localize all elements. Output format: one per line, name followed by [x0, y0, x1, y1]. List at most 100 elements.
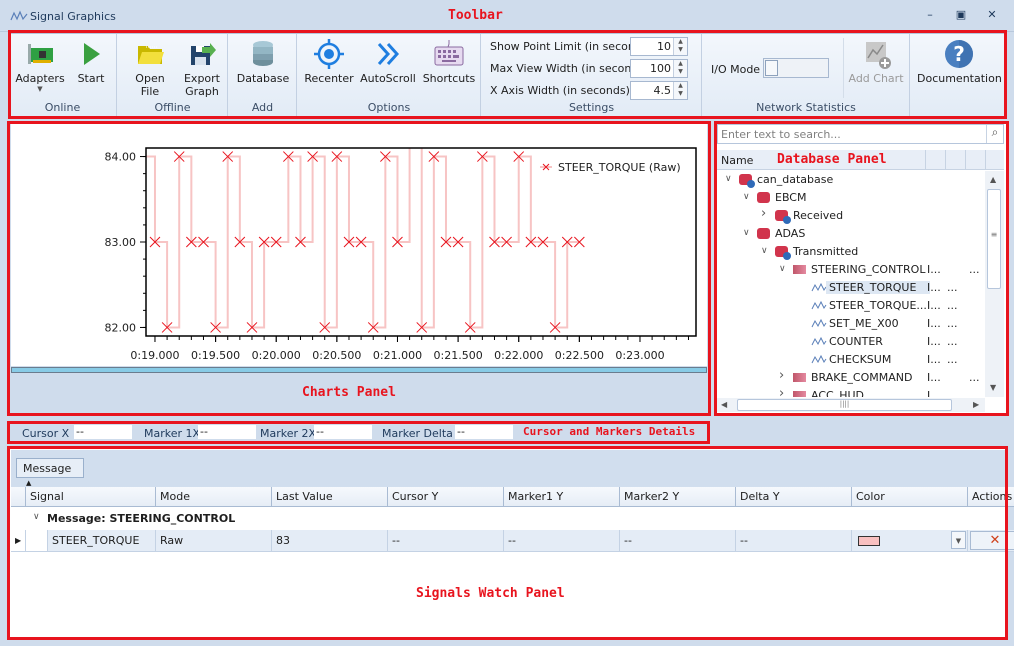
tree-node[interactable]: ∨ can_database: [717, 171, 985, 189]
column-header-delta-y[interactable]: Delta Y: [736, 487, 852, 507]
cell-signal[interactable]: STEER_TORQUE: [48, 530, 156, 552]
search-icon[interactable]: ⌕: [986, 125, 1003, 143]
expand-chevron-down-icon[interactable]: ∨: [743, 192, 750, 202]
database-search-input[interactable]: Enter text to search... ⌕: [717, 124, 1004, 144]
start-label: Start: [77, 72, 105, 85]
scroll-up-icon[interactable]: ▲: [990, 175, 996, 184]
collapse-chevron-icon[interactable]: ∨: [33, 512, 40, 522]
cell-cursor-y[interactable]: --: [388, 530, 504, 552]
tree-node[interactable]: ∨ EBCM: [717, 189, 985, 207]
show-point-limit-spinner[interactable]: 10 ▲ ▼: [630, 37, 688, 56]
tree-node[interactable]: STEER_TORQUE... I......: [717, 297, 985, 315]
export-graph-button[interactable]: Export Graph: [180, 34, 224, 98]
column-header-actions[interactable]: Actions: [968, 487, 1014, 507]
tree-node[interactable]: › Received: [717, 206, 985, 225]
y-tick-label: 83.00: [105, 236, 137, 249]
cursor-x-label: Cursor X: [22, 427, 70, 440]
adapters-button[interactable]: Adapters ▼: [15, 34, 65, 93]
column-header-marker1-y[interactable]: Marker1 Y: [504, 487, 620, 507]
group-by-message-button[interactable]: Message ▲: [16, 458, 84, 487]
chart-horizontal-scrollbar[interactable]: [11, 367, 707, 373]
scroll-thumb[interactable]: ||||: [737, 399, 952, 411]
database-button[interactable]: Database: [235, 34, 291, 85]
tree-node-label: CHECKSUM: [829, 353, 892, 366]
add-chart-button[interactable]: Add Chart: [847, 34, 905, 85]
x-tick-label: 0:22.500: [555, 349, 604, 362]
tree-node-label: COUNTER: [829, 335, 883, 348]
tree-node[interactable]: ∨ Transmitted: [717, 243, 985, 261]
transmitted-icon: [775, 246, 791, 260]
close-button[interactable]: ✕: [983, 8, 1001, 24]
expand-chevron-right-icon[interactable]: ›: [779, 368, 784, 383]
signal-icon: [811, 354, 827, 365]
scroll-down-icon[interactable]: ▼: [990, 383, 996, 392]
cell-color-picker[interactable]: ▼: [852, 530, 968, 552]
x-tick-label: 0:21.500: [434, 349, 483, 362]
row-selector-header: [11, 487, 26, 507]
scroll-thumb[interactable]: ≡: [987, 189, 1001, 289]
tree-node[interactable]: COUNTER I......: [717, 333, 985, 351]
tree-node-label: STEER_TORQUE: [826, 281, 931, 294]
spinner-arrows-icon[interactable]: ▲ ▼: [673, 60, 687, 77]
column-header-mode[interactable]: Mode: [156, 487, 272, 507]
tree-node[interactable]: ∨ ADAS: [717, 225, 985, 243]
column-header-signal[interactable]: Signal: [26, 487, 156, 507]
row-indicator-icon[interactable]: ▶: [11, 530, 26, 552]
y-tick-label: 82.00: [105, 321, 137, 334]
cell-marker2-y[interactable]: --: [620, 530, 736, 552]
column-header-last-value[interactable]: Last Value: [272, 487, 388, 507]
expand-chevron-down-icon[interactable]: ∨: [725, 174, 732, 184]
column-header-name[interactable]: Name: [721, 154, 753, 167]
scroll-left-icon[interactable]: ◀: [721, 400, 727, 409]
minimize-button[interactable]: –: [921, 8, 939, 24]
documentation-button[interactable]: ? Documentation: [917, 34, 1002, 85]
tree-node[interactable]: CHECKSUM I......: [717, 351, 985, 369]
steer-torque-chart[interactable]: 82.00 83.00 84.00 0:19.000 0:19.500 0:20.000 0…: [11, 124, 707, 366]
expand-chevron-right-icon[interactable]: ›: [761, 206, 766, 221]
group-label-online: Online: [44, 101, 81, 114]
recenter-button[interactable]: Recenter: [304, 34, 354, 85]
tree-node[interactable]: STEER_TORQUE I......: [717, 279, 985, 297]
cell-marker1-y[interactable]: --: [504, 530, 620, 552]
max-view-width-spinner[interactable]: 100 ▲ ▼: [630, 59, 688, 78]
expand-chevron-right-icon[interactable]: ›: [779, 386, 784, 397]
add-chart-icon: [866, 42, 891, 69]
tree-node-col2: I...: [927, 353, 941, 366]
autoscroll-button[interactable]: AutoScroll: [360, 34, 416, 85]
expand-chevron-down-icon[interactable]: ∨: [779, 264, 786, 274]
x-tick-label: 0:20.500: [312, 349, 361, 362]
toggle-knob: [765, 60, 778, 76]
remove-signal-button[interactable]: ✕: [970, 531, 1014, 550]
tree-node[interactable]: › BRAKE_COMMAND I......: [717, 368, 985, 387]
spinner-arrows-icon[interactable]: ▲ ▼: [673, 38, 687, 55]
annotation-signals-watch: Signals Watch Panel: [416, 586, 565, 601]
signal-icon: [811, 336, 827, 347]
io-mode-toggle[interactable]: [763, 58, 829, 78]
open-file-button[interactable]: Open File: [126, 34, 174, 98]
cell-mode[interactable]: Raw: [156, 530, 272, 552]
expand-chevron-down-icon[interactable]: ∨: [761, 246, 768, 256]
tree-node[interactable]: ∨ STEERING_CONTROL I......: [717, 261, 985, 279]
x-axis-width-spinner[interactable]: 4.5 ▲ ▼: [630, 81, 688, 100]
cursor-markers-panel: Cursor X -- Marker 1X -- Marker 2X -- Ma…: [8, 421, 710, 445]
start-button[interactable]: Start: [71, 34, 111, 85]
shortcuts-button[interactable]: Shortcuts: [422, 34, 476, 85]
group-row[interactable]: ∨ Message: STEERING_CONTROL: [11, 508, 1005, 530]
tree-node[interactable]: SET_ME_X00 I......: [717, 315, 985, 333]
column-header-cursor-y[interactable]: Cursor Y: [388, 487, 504, 507]
dropdown-arrow-icon[interactable]: ▼: [951, 531, 966, 549]
column-header-marker2-y[interactable]: Marker2 Y: [620, 487, 736, 507]
cell-delta-y[interactable]: --: [736, 530, 852, 552]
cell-last-value[interactable]: 83: [272, 530, 388, 552]
tree-horizontal-scrollbar[interactable]: ◀ |||| ▶: [717, 398, 985, 412]
expand-chevron-down-icon[interactable]: ∨: [743, 228, 750, 238]
tree-vertical-scrollbar[interactable]: ▲ ≡ ▼: [985, 171, 1004, 397]
restore-button[interactable]: ▣: [952, 8, 970, 24]
tree-node[interactable]: › ACC_HUD I......: [717, 386, 985, 397]
column-header-color[interactable]: Color: [852, 487, 968, 507]
save-export-icon: [191, 43, 216, 65]
scroll-right-icon[interactable]: ▶: [973, 400, 979, 409]
export-graph-label: Export Graph: [183, 72, 220, 98]
chart-area[interactable]: 82.00 83.00 84.00 0:19.000 0:19.500 0:20.000 0…: [11, 124, 707, 366]
spinner-arrows-icon[interactable]: ▲ ▼: [673, 82, 687, 99]
